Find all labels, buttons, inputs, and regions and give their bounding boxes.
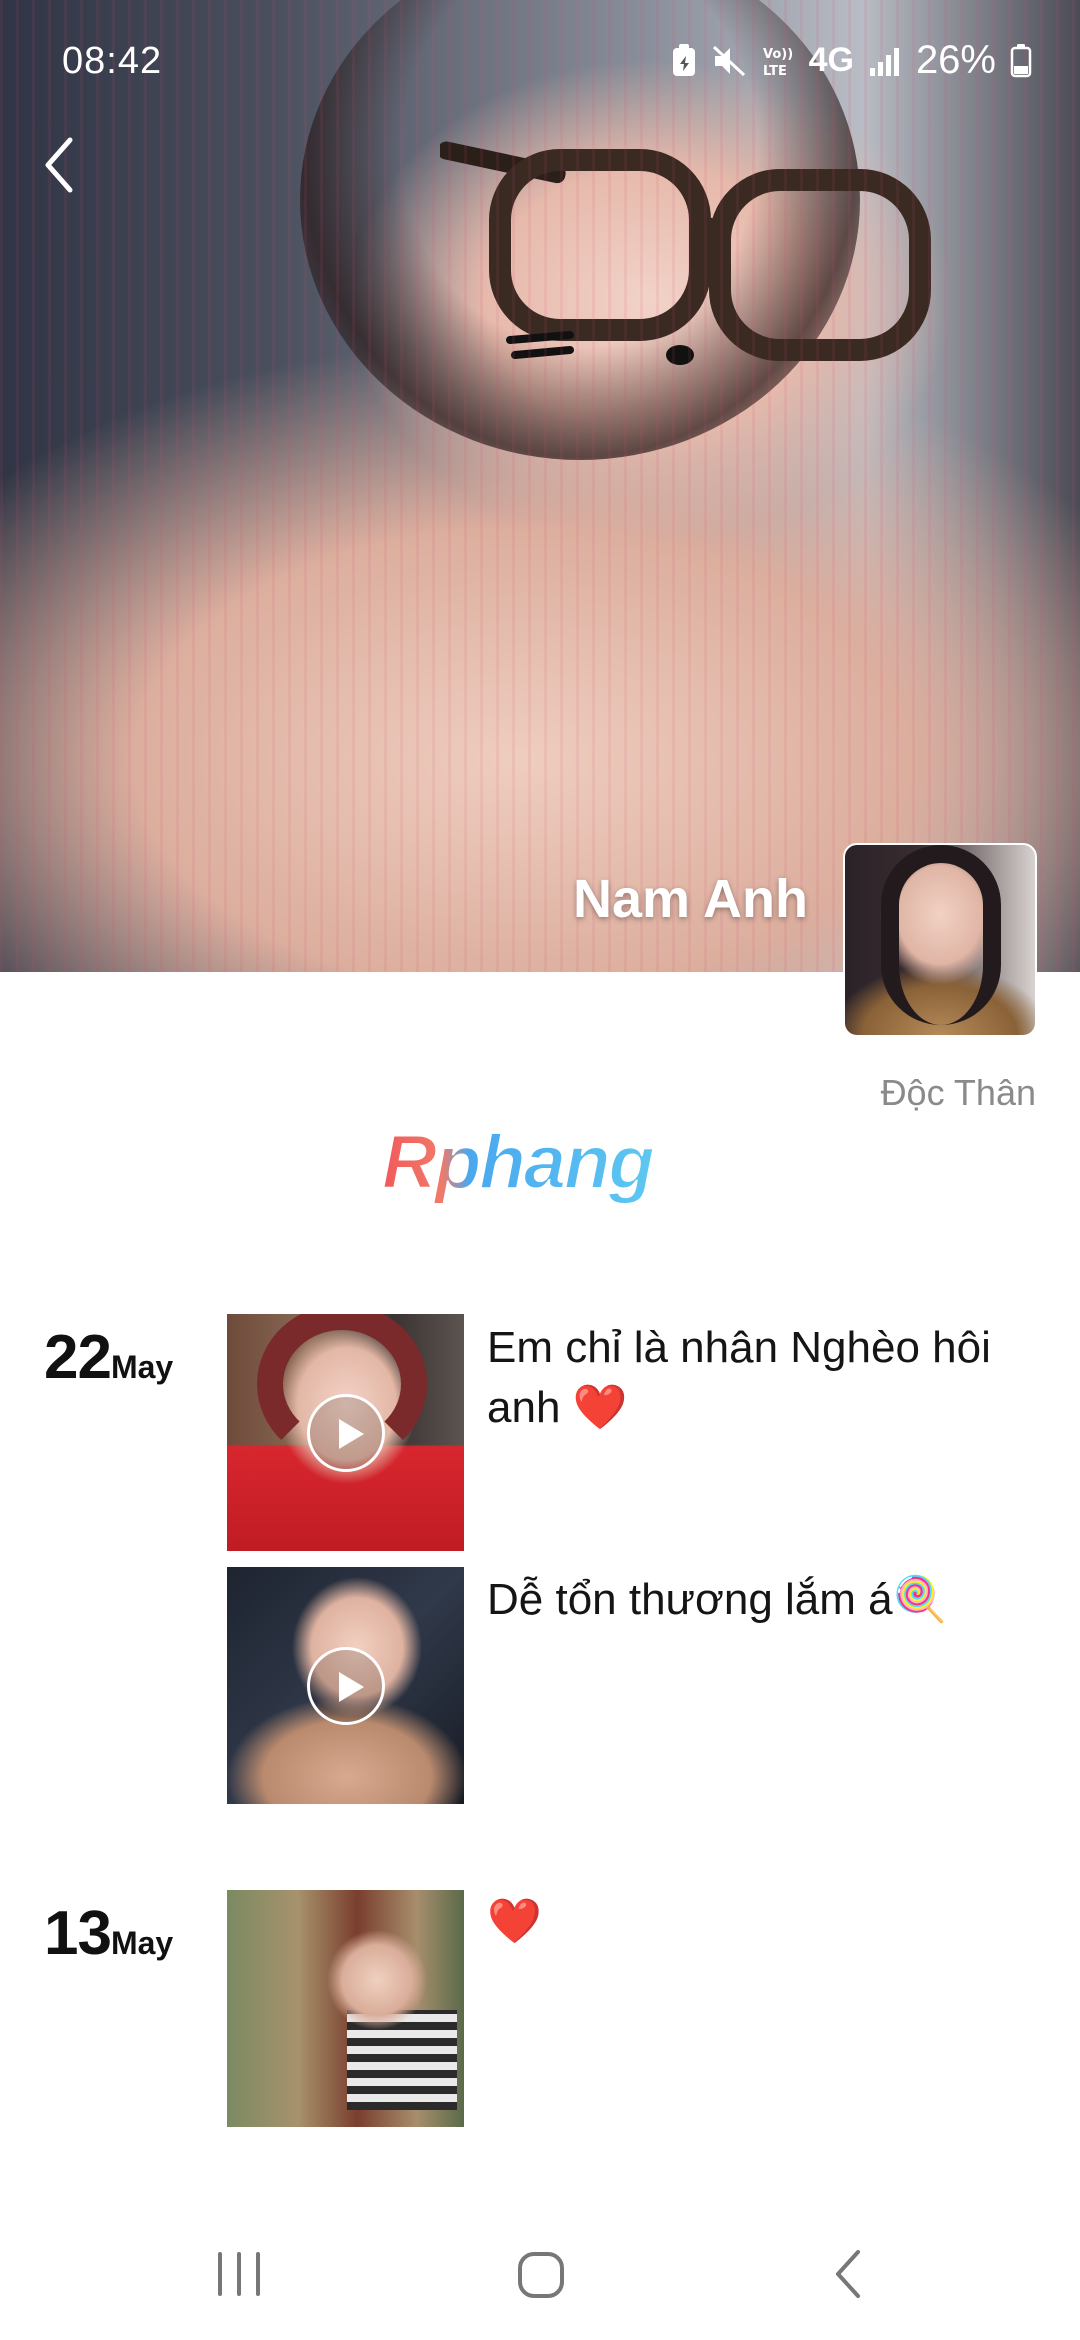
rphang-logo: Rphang [381, 1119, 657, 1206]
status-bar: 08:42 Vo)) LTE 4G 26% [0, 0, 1080, 120]
battery-saver-icon [672, 43, 695, 76]
nav-back-button[interactable] [824, 2244, 874, 2304]
avatar[interactable] [843, 843, 1037, 1037]
relationship-status: Độc Thân [880, 1072, 1036, 1113]
volte-icon: Vo)) LTE [763, 47, 793, 78]
post-caption[interactable]: Dễ tổn thương lắm á🍭 [487, 1570, 1047, 1630]
post-day: 22 [44, 1323, 112, 1392]
back-button[interactable] [30, 130, 90, 200]
status-icons: Vo)) LTE 4G 26% [671, 38, 1032, 83]
home-icon [518, 2252, 564, 2298]
recents-icon [218, 2252, 260, 2296]
battery-icon [1010, 43, 1032, 77]
recents-button[interactable] [214, 2244, 264, 2304]
battery-percent: 26% [915, 38, 996, 82]
cover-stripe-overlay [0, 0, 1080, 972]
play-icon [307, 1394, 385, 1472]
post-date-22-may: 22May [44, 1322, 173, 1393]
status-time: 08:42 [62, 40, 163, 82]
post-caption[interactable]: ❤️ [487, 1892, 1047, 1952]
svg-text:Vo)): Vo)) [763, 47, 793, 62]
post-month: May [110, 1925, 174, 1961]
signal-icon [869, 47, 899, 76]
svg-text:Rphang: Rphang [382, 1120, 654, 1205]
post-day: 13 [44, 1899, 112, 1968]
photo-thumbnail[interactable] [227, 1890, 464, 2127]
avatar-hair-shape [881, 845, 1001, 1025]
post-date-13-may: 13May [44, 1898, 173, 1969]
profile-name: Nam Anh [572, 869, 808, 929]
cover-photo[interactable] [0, 0, 1080, 972]
post-month: May [110, 1349, 174, 1385]
post-caption[interactable]: Em chỉ là nhân Nghèo hôi anh ❤️ [487, 1318, 1047, 1438]
mute-icon [712, 45, 745, 76]
back-icon [836, 2250, 860, 2298]
video-thumbnail[interactable] [227, 1314, 464, 1551]
svg-text:LTE: LTE [763, 64, 787, 78]
video-thumbnail[interactable] [227, 1567, 464, 1804]
system-navigation-bar [0, 2200, 1080, 2340]
chevron-left-icon [45, 137, 73, 193]
play-icon [307, 1647, 385, 1725]
network-type: 4G [808, 41, 854, 79]
home-button[interactable] [516, 2244, 566, 2304]
